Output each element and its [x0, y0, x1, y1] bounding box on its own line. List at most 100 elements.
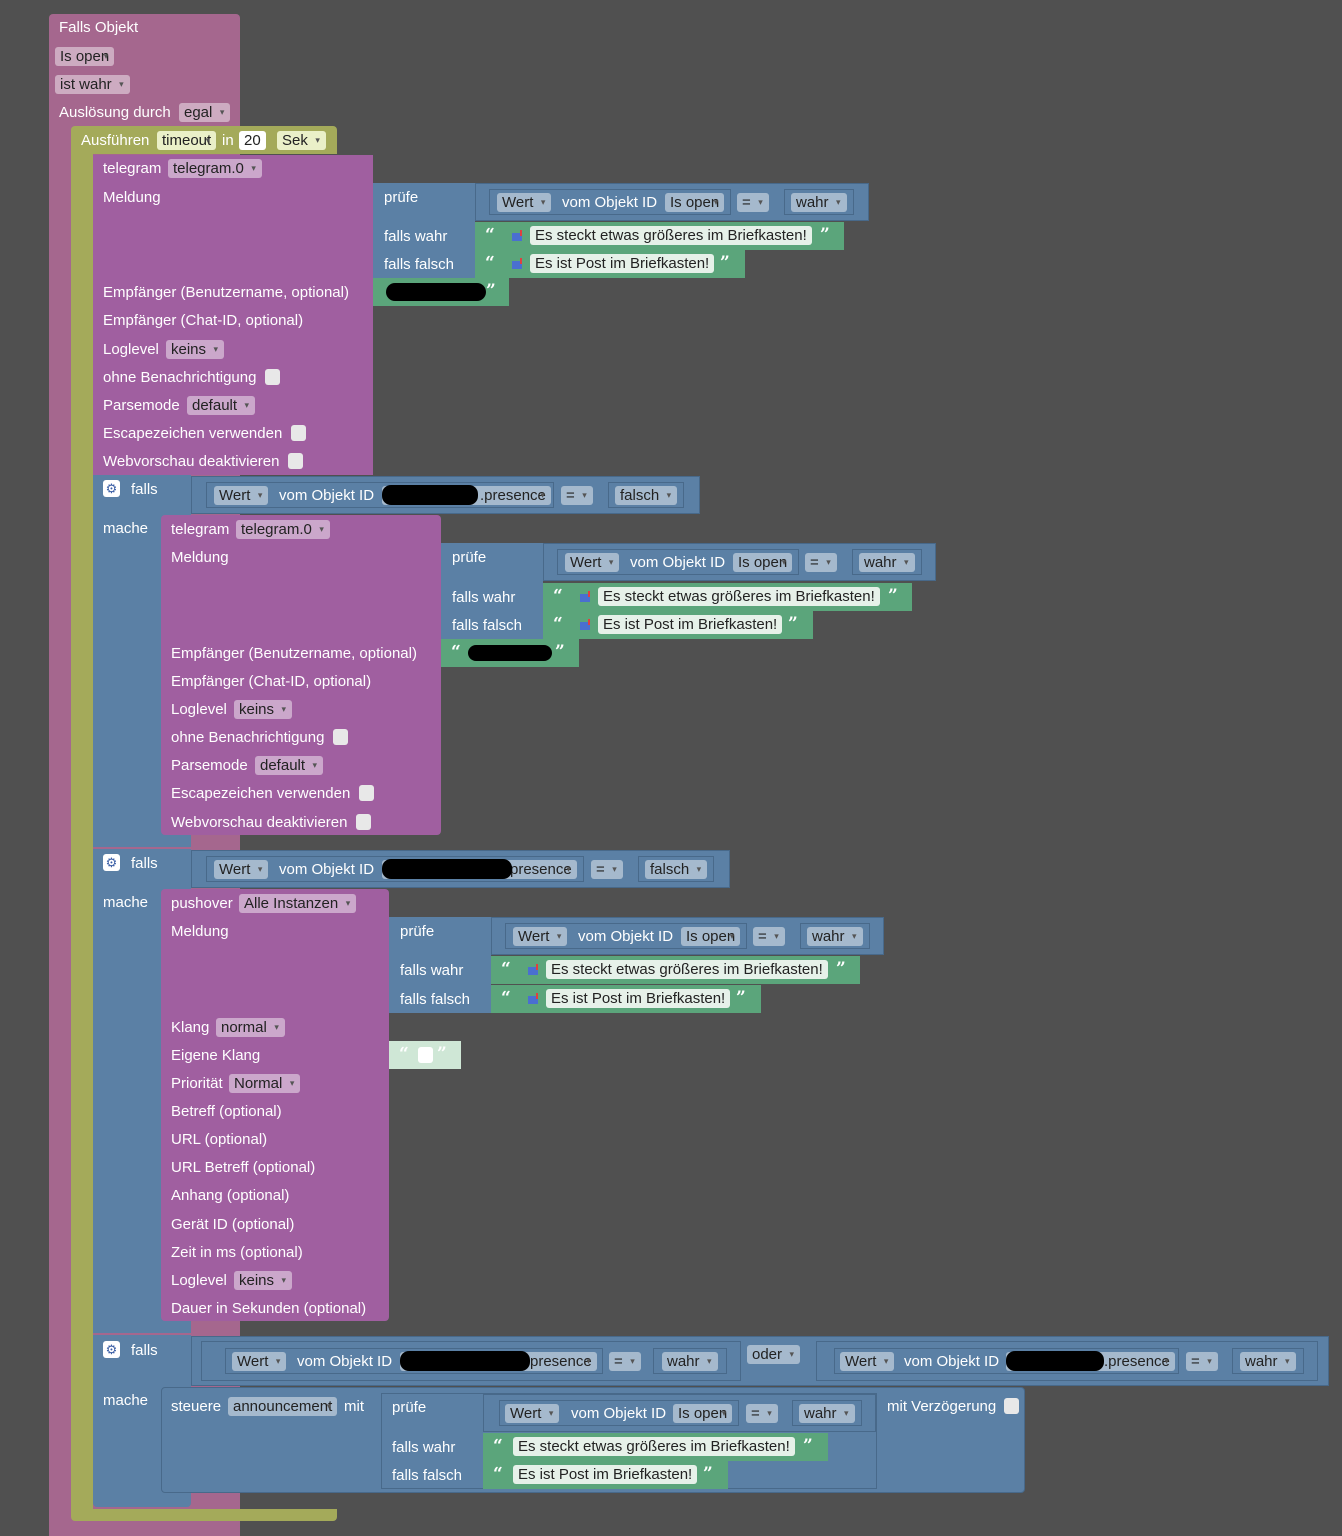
vom-objekt-id-label: vom Objekt ID: [279, 861, 375, 878]
mailbox-icon: [579, 618, 593, 632]
telegram-instance-dropdown[interactable]: telegram.0: [236, 520, 330, 539]
text-field[interactable]: Es steckt etwas größeres im Briefkasten!: [546, 960, 828, 979]
empfaenger-chat-label: Empfänger (Chat-ID, optional): [103, 312, 304, 329]
text-field[interactable]: Es ist Post im Briefkasten!: [513, 1465, 698, 1484]
wert-dropdown[interactable]: Wert: [513, 927, 568, 946]
quote-open-icon: “: [501, 959, 511, 979]
falls-label: falls: [131, 855, 158, 872]
meldung-label: Meldung: [171, 923, 229, 940]
webvorschau-checkbox[interactable]: [356, 814, 371, 830]
steuere-label: steuere: [171, 1398, 222, 1415]
operator-dropdown[interactable]: =: [746, 1404, 778, 1423]
text-field[interactable]: Es ist Post im Briefkasten!: [598, 615, 783, 634]
quote-close-icon: ”: [803, 1436, 813, 1456]
vom-objekt-id-label: vom Objekt ID: [578, 928, 674, 945]
ohne-benachrichtigung-label: ohne Benachrichtigung: [171, 729, 325, 746]
wert-dropdown[interactable]: Wert: [497, 193, 552, 212]
escape-checkbox[interactable]: [291, 425, 306, 441]
ohne-benachrichtigung-checkbox[interactable]: [333, 729, 348, 745]
text-field[interactable]: Es steckt etwas größeres im Briefkasten!: [513, 1437, 795, 1456]
prioritaet-label: Priorität: [171, 1075, 223, 1092]
bool-dropdown[interactable]: wahr: [791, 193, 847, 212]
gear-icon[interactable]: ⚙: [103, 480, 120, 497]
mit-verzoegerung-checkbox[interactable]: [1004, 1398, 1019, 1414]
quote-close-icon: ”: [555, 642, 565, 662]
escape-checkbox[interactable]: [359, 785, 374, 801]
mailbox-icon: [527, 963, 541, 977]
mailbox-icon: [527, 992, 541, 1006]
loglevel-dropdown[interactable]: keins: [234, 700, 293, 719]
operator-dropdown[interactable]: =: [805, 553, 837, 572]
loglevel-label: Loglevel: [171, 1272, 227, 1289]
quote-close-icon: ”: [788, 614, 798, 634]
wert-dropdown[interactable]: Wert: [232, 1352, 287, 1371]
bool-dropdown[interactable]: wahr: [799, 1404, 855, 1423]
meldung-label: Meldung: [103, 189, 161, 206]
parsemode-dropdown[interactable]: default: [187, 396, 256, 415]
text-field[interactable]: Es steckt etwas größeres im Briefkasten!: [598, 587, 880, 606]
loglevel-dropdown[interactable]: keins: [166, 340, 225, 359]
wert-dropdown[interactable]: Wert: [505, 1404, 560, 1423]
mailbox-icon: [579, 590, 593, 604]
dauer-label: Dauer in Sekunden (optional): [171, 1300, 367, 1317]
quote-open-icon: “: [553, 586, 563, 606]
prioritaet-dropdown[interactable]: Normal: [229, 1074, 301, 1093]
parsemode-dropdown[interactable]: default: [255, 756, 324, 775]
bool-dropdown[interactable]: wahr: [859, 553, 915, 572]
quote-close-icon: ”: [836, 959, 846, 979]
bool-dropdown[interactable]: falsch: [615, 486, 678, 505]
redacted-value: [382, 485, 478, 505]
object-selector[interactable]: Is open: [55, 47, 115, 66]
mache-label: mache: [103, 520, 149, 537]
operator-dropdown[interactable]: =: [753, 927, 785, 946]
loglevel-dropdown[interactable]: keins: [234, 1271, 293, 1290]
quote-close-icon: ”: [486, 281, 496, 301]
object-id-field[interactable]: Is open: [733, 553, 793, 572]
webvorschau-checkbox[interactable]: [288, 453, 303, 469]
wert-dropdown[interactable]: Wert: [840, 1352, 895, 1371]
text-field[interactable]: Es ist Post im Briefkasten!: [546, 989, 731, 1008]
pruefe-label: prüfe: [392, 1399, 427, 1416]
steuere-target-field[interactable]: announcement: [228, 1397, 338, 1416]
timeout-type-dropdown[interactable]: timeout: [157, 131, 217, 150]
telegram-label: telegram: [103, 160, 162, 177]
falls-falsch-label: falls falsch: [392, 1467, 463, 1484]
object-id-field[interactable]: Is open: [681, 927, 741, 946]
bool-dropdown[interactable]: falsch: [645, 860, 708, 879]
meldung-label: Meldung: [171, 549, 229, 566]
wert-dropdown[interactable]: Wert: [214, 860, 269, 879]
bool-dropdown[interactable]: wahr: [807, 927, 863, 946]
bool-dropdown[interactable]: wahr: [1240, 1352, 1296, 1371]
vom-objekt-id-label: vom Objekt ID: [279, 487, 375, 504]
vom-objekt-id-label: vom Objekt ID: [571, 1405, 667, 1422]
condition-dropdown[interactable]: ist wahr: [55, 75, 130, 94]
quote-open-icon: “: [485, 253, 495, 273]
operator-dropdown[interactable]: =: [561, 486, 593, 505]
betreff-label: Betreff (optional): [171, 1103, 282, 1120]
text-field[interactable]: Es steckt etwas größeres im Briefkasten!: [530, 226, 812, 245]
text-field[interactable]: Es ist Post im Briefkasten!: [530, 254, 715, 273]
object-id-field[interactable]: Is open: [665, 193, 725, 212]
operator-dropdown[interactable]: =: [1186, 1352, 1218, 1371]
operator-dropdown[interactable]: =: [591, 860, 623, 879]
object-id-field[interactable]: Is open: [673, 1404, 733, 1423]
klang-dropdown[interactable]: normal: [216, 1018, 285, 1037]
empty-text-field[interactable]: [418, 1047, 433, 1063]
gear-icon[interactable]: ⚙: [103, 854, 120, 871]
pushover-instance-dropdown[interactable]: Alle Instanzen: [239, 894, 357, 913]
quote-close-icon: ”: [820, 225, 830, 245]
ohne-benachrichtigung-checkbox[interactable]: [265, 369, 280, 385]
telegram-instance-dropdown[interactable]: telegram.0: [168, 159, 262, 178]
operator-dropdown[interactable]: =: [737, 193, 769, 212]
trigger-dropdown[interactable]: egal: [179, 103, 231, 122]
wert-dropdown[interactable]: Wert: [214, 486, 269, 505]
redacted-value: [1006, 1351, 1104, 1371]
timeout-value-field[interactable]: 20: [239, 131, 266, 150]
bool-dropdown[interactable]: wahr: [662, 1352, 718, 1371]
wert-dropdown[interactable]: Wert: [565, 553, 620, 572]
timeout-unit-dropdown[interactable]: Sek: [277, 131, 326, 150]
operator-dropdown[interactable]: =: [609, 1352, 641, 1371]
gear-icon[interactable]: ⚙: [103, 1341, 120, 1358]
parsemode-label: Parsemode: [171, 757, 248, 774]
oder-dropdown[interactable]: oder: [747, 1345, 801, 1364]
